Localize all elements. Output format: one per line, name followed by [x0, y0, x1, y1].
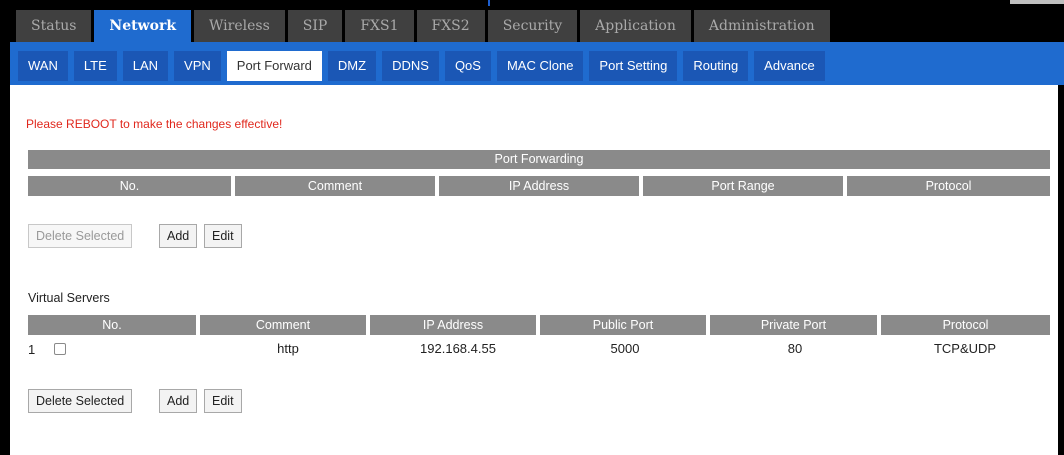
col-port-range: Port Range	[641, 176, 845, 196]
main-tabs: Status Network Wireless SIP FXS1 FXS2 Se…	[16, 10, 830, 42]
top-right-control	[1010, 0, 1064, 4]
subtab-port-setting[interactable]: Port Setting	[589, 51, 678, 81]
col-no: No.	[28, 315, 198, 335]
subtab-vpn[interactable]: VPN	[174, 51, 221, 81]
subtab-ddns[interactable]: DDNS	[382, 51, 439, 81]
subtab-wan[interactable]: WAN	[18, 51, 68, 81]
tab-fxs2[interactable]: FXS2	[416, 10, 485, 42]
tab-security[interactable]: Security	[487, 10, 578, 42]
port-forwarding-header: No. Comment IP Address Port Range Protoc…	[28, 176, 1050, 196]
row-protocol: TCP&UDP	[933, 341, 997, 356]
port-forwarding-title: Port Forwarding	[28, 150, 1050, 169]
subtab-advance[interactable]: Advance	[754, 51, 825, 81]
row-number: 1	[28, 342, 36, 357]
tab-status[interactable]: Status	[16, 10, 92, 42]
row-private-port: 80	[787, 341, 803, 356]
row-comment: http	[277, 341, 299, 356]
row-public-port: 5000	[610, 341, 640, 356]
row-select-checkbox[interactable]	[54, 343, 66, 355]
virtual-servers-header: No. Comment IP Address Public Port Priva…	[28, 315, 1050, 335]
col-public-port: Public Port	[538, 315, 708, 335]
col-private-port: Private Port	[708, 315, 879, 335]
top-accent-mark	[488, 0, 490, 6]
subtab-dmz[interactable]: DMZ	[327, 51, 377, 81]
col-comment: Comment	[198, 315, 368, 335]
col-no: No.	[28, 176, 233, 196]
vs-delete-selected-button[interactable]: Delete Selected	[28, 389, 133, 413]
sub-tabs: WAN LTE LAN VPN Port Forward DMZ DDNS Qo…	[18, 51, 825, 81]
col-protocol: Protocol	[879, 315, 1050, 335]
tab-sip[interactable]: SIP	[287, 10, 343, 42]
tab-network[interactable]: Network	[94, 10, 192, 42]
reboot-notice: Please REBOOT to make the changes effect…	[26, 117, 283, 131]
virtual-servers-title: Virtual Servers	[28, 291, 110, 305]
subtab-qos[interactable]: QoS	[444, 51, 491, 81]
row-ip-address: 192.168.4.55	[420, 341, 496, 356]
pf-edit-button[interactable]: Edit	[204, 224, 242, 248]
subtab-port-forward[interactable]: Port Forward	[226, 51, 322, 81]
col-comment: Comment	[233, 176, 437, 196]
tab-administration[interactable]: Administration	[693, 10, 830, 42]
col-ip-address: IP Address	[437, 176, 641, 196]
subtab-lte[interactable]: LTE	[73, 51, 117, 81]
col-ip-address: IP Address	[368, 315, 538, 335]
tab-application[interactable]: Application	[580, 10, 691, 42]
col-protocol: Protocol	[845, 176, 1050, 196]
subtab-routing[interactable]: Routing	[683, 51, 749, 81]
tab-fxs1[interactable]: FXS1	[345, 10, 414, 42]
tab-wireless[interactable]: Wireless	[194, 10, 285, 42]
vs-edit-button[interactable]: Edit	[204, 389, 242, 413]
subtab-mac-clone[interactable]: MAC Clone	[496, 51, 584, 81]
subtab-lan[interactable]: LAN	[122, 51, 169, 81]
pf-delete-selected-button[interactable]: Delete Selected	[28, 224, 133, 248]
vs-add-button[interactable]: Add	[159, 389, 198, 413]
pf-add-button[interactable]: Add	[159, 224, 198, 248]
